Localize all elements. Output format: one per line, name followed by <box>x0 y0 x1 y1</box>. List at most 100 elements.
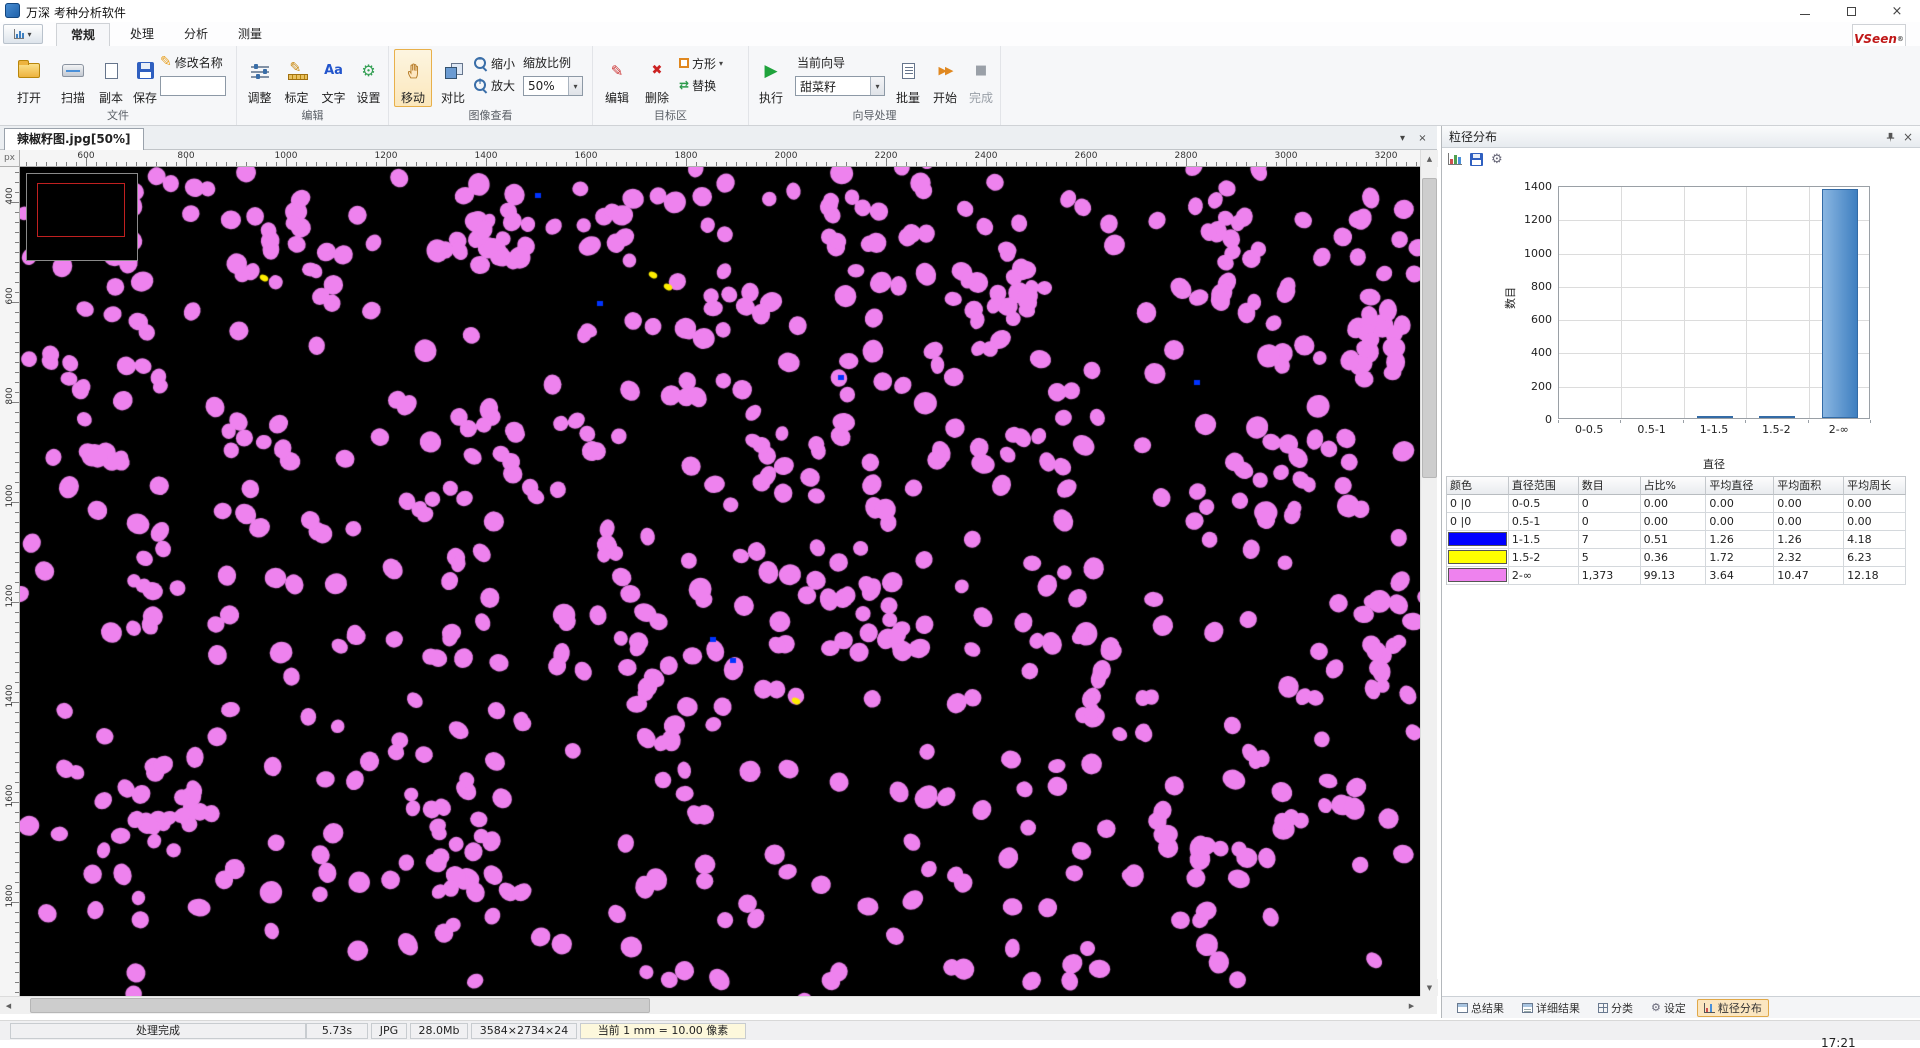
scan-button[interactable]: 扫描 <box>54 49 92 107</box>
delete-icon: ✖ <box>652 63 663 78</box>
horizontal-scrollbar[interactable]: ◀ ▶ <box>0 996 1420 1014</box>
ruler-tick <box>15 282 19 283</box>
start-icon: ▶▶ <box>939 64 952 77</box>
square-shape-button[interactable]: 方形 ▾ <box>679 54 723 72</box>
table-cell: 0.00 <box>1641 495 1707 513</box>
ribbon-tab-process[interactable]: 处理 <box>116 23 168 46</box>
tab-settings[interactable]: ⚙ 设定 <box>1644 999 1693 1017</box>
scroll-up-arrow[interactable]: ▲ <box>1421 150 1438 167</box>
maximize-button[interactable] <box>1828 0 1874 22</box>
run-button[interactable]: ▶ 执行 <box>754 49 788 107</box>
target-edit-button[interactable]: ✎ 编辑 <box>598 49 636 107</box>
tab-size-distribution[interactable]: 粒径分布 <box>1697 999 1769 1017</box>
replace-button[interactable]: ⇄ 替换 <box>679 76 716 94</box>
ruler-label: 400 <box>5 183 15 209</box>
table-row[interactable]: 1-1.570.511.261.264.18 <box>1447 531 1906 549</box>
chart-settings-button[interactable]: ⚙ <box>1491 152 1503 167</box>
table-cell: 0 <box>1579 513 1641 531</box>
ruler-tick <box>15 462 19 463</box>
ruler-tick <box>1246 162 1247 166</box>
move-tool-button[interactable]: 移动 <box>394 49 432 107</box>
title-bar: 万深 考种分析软件 × <box>0 0 1920 22</box>
ribbon-tab-measure[interactable]: 测量 <box>224 23 276 46</box>
results-table: 颜色直径范围数目占比%平均直径平均面积平均周长0 |00-0.500.000.0… <box>1446 476 1906 585</box>
target-delete-button[interactable]: ✖ 删除 <box>638 49 676 107</box>
table-row[interactable]: 2-∞1,37399.133.6410.4712.18 <box>1447 567 1906 585</box>
chart-type-button[interactable] <box>1448 153 1462 165</box>
ribbon-tab-analysis[interactable]: 分析 <box>170 23 222 46</box>
tab-detailed-results[interactable]: 详细结果 <box>1515 999 1587 1017</box>
ruler-tick <box>15 572 19 573</box>
group-label-wizard: 向导处理 <box>749 107 1000 123</box>
ruler-tick <box>526 162 527 166</box>
image-canvas[interactable] <box>20 167 1420 996</box>
table-cell: 0.00 <box>1706 513 1774 531</box>
chart-xtick-label: 1-1.5 <box>1683 423 1745 436</box>
ruler-tick <box>76 162 77 166</box>
table-header-cell: 直径范围 <box>1509 477 1579 495</box>
ruler-tick <box>15 642 19 643</box>
table-row[interactable]: 0 |00-0.500.000.000.000.00 <box>1447 495 1906 513</box>
navigator-viewport-rect[interactable] <box>37 183 125 237</box>
current-wizard-select[interactable]: 甜菜籽 ▾ <box>795 76 885 96</box>
close-icon: × <box>1892 5 1903 18</box>
tab-summary-results[interactable]: 总结果 <box>1450 999 1511 1017</box>
scroll-left-arrow[interactable]: ◀ <box>0 997 17 1014</box>
maximize-icon <box>1847 7 1856 16</box>
ribbon-body: 打开 扫描 副本 保存 ✎ 修改名称 文件 <box>0 46 1920 126</box>
start-button[interactable]: ▶▶ 开始 <box>928 49 962 107</box>
minimize-button[interactable] <box>1782 0 1828 22</box>
ruler-tick <box>15 782 19 783</box>
zoom-in-button[interactable]: + 放大 <box>473 76 515 94</box>
ruler-tick <box>1296 162 1297 166</box>
ribbon-tab-general[interactable]: 常规 <box>56 23 110 46</box>
text-button[interactable]: Aa 文字 <box>316 49 351 107</box>
table-cell: 0-0.5 <box>1509 495 1579 513</box>
ruler-tick <box>1026 162 1027 166</box>
table-row[interactable]: 1.5-250.361.722.326.23 <box>1447 549 1906 567</box>
vertical-scroll-thumb[interactable] <box>1422 178 1437 478</box>
ruler-tick <box>1116 162 1117 166</box>
settings-button[interactable]: ⚙ 设置 <box>351 49 386 107</box>
table-row[interactable]: 0 |00.5-100.000.000.000.00 <box>1447 513 1906 531</box>
app-menu-button[interactable]: ▾ <box>3 24 43 44</box>
document-tab[interactable]: 辣椒籽图.jpg[50%] <box>4 128 144 150</box>
horizontal-scroll-thumb[interactable] <box>30 998 650 1013</box>
zoom-out-button[interactable]: − 缩小 <box>473 54 515 72</box>
rename-input[interactable] <box>160 76 226 96</box>
detailed-results-icon <box>1522 1003 1533 1013</box>
chart-bar <box>1759 416 1795 418</box>
ruler-tick <box>656 162 657 166</box>
pin-button[interactable] <box>1882 129 1898 145</box>
scroll-down-arrow[interactable]: ▼ <box>1421 979 1438 996</box>
panel-close-button[interactable]: × <box>1900 129 1916 145</box>
tab-classification[interactable]: 分类 <box>1591 999 1640 1017</box>
calibrate-button[interactable]: ✎ 标定 <box>279 49 314 107</box>
ruler-tick <box>906 162 907 166</box>
chart-bar <box>1822 189 1858 418</box>
finish-button[interactable]: ■ 完成 <box>964 49 998 107</box>
zoom-ratio-select[interactable]: 50% ▾ <box>523 76 583 96</box>
ruler-tick <box>276 162 277 166</box>
doc-close-button[interactable]: × <box>1414 130 1431 146</box>
duplicate-button[interactable]: 副本 <box>92 49 130 107</box>
hand-icon <box>405 62 422 79</box>
close-button[interactable]: × <box>1874 0 1920 22</box>
compare-button[interactable]: 对比 <box>434 49 472 107</box>
export-chart-button[interactable] <box>1470 153 1483 166</box>
batch-button[interactable]: 批量 <box>891 49 925 107</box>
overview-navigator[interactable] <box>26 173 138 261</box>
adjust-button[interactable]: 调整 <box>242 49 277 107</box>
ruler-tick <box>15 342 19 343</box>
ruler-tick <box>15 532 19 533</box>
ruler-tick <box>416 162 417 166</box>
ruler-tick <box>266 162 267 166</box>
save-button[interactable]: 保存 <box>126 49 164 107</box>
scroll-right-arrow[interactable]: ▶ <box>1403 997 1420 1014</box>
classification-icon <box>1598 1003 1608 1013</box>
vertical-scrollbar[interactable]: ▲ ▼ <box>1420 150 1437 996</box>
open-button[interactable]: 打开 <box>10 49 48 107</box>
ruler-tick <box>1036 162 1037 166</box>
ruler-tick <box>336 162 337 166</box>
doc-list-button[interactable]: ▾ <box>1394 130 1411 146</box>
